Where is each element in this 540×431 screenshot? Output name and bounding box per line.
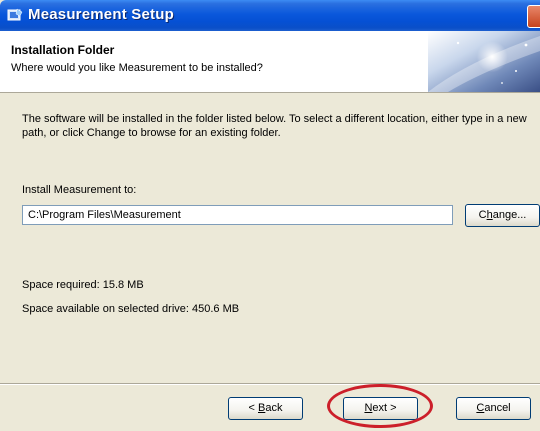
header-banner: Installation Folder Where would you like… bbox=[0, 31, 540, 93]
setup-icon bbox=[7, 8, 23, 22]
space-available-text: Space available on selected drive: 450.6… bbox=[22, 303, 240, 315]
change-button-label-end: ange... bbox=[492, 209, 527, 221]
footer-divider bbox=[0, 383, 540, 385]
page-subtitle: Where would you like Measurement to be i… bbox=[11, 62, 263, 74]
next-button[interactable]: Next > bbox=[343, 397, 418, 420]
change-button-label-start: C bbox=[478, 209, 487, 221]
close-button[interactable] bbox=[527, 5, 540, 28]
cancel-button-label-end: ancel bbox=[484, 402, 511, 414]
window-title: Measurement Setup bbox=[28, 6, 174, 23]
change-button[interactable]: Change... bbox=[465, 204, 540, 227]
back-button-label-end: ack bbox=[265, 402, 283, 414]
cancel-button[interactable]: Cancel bbox=[456, 397, 531, 420]
setup-window: Measurement Setup Installation Folder Wh… bbox=[0, 0, 540, 431]
space-required-text: Space required: 15.8 MB bbox=[22, 279, 144, 291]
back-button-label-start: < bbox=[248, 402, 258, 414]
back-button[interactable]: < Back bbox=[228, 397, 303, 420]
install-path-field[interactable] bbox=[22, 205, 453, 225]
install-location-label: Install Measurement to: bbox=[22, 184, 137, 196]
page-title: Installation Folder bbox=[11, 43, 115, 57]
header-banner-graphic bbox=[428, 31, 540, 92]
title-bar[interactable]: Measurement Setup bbox=[0, 0, 540, 31]
next-button-label-end: ext > bbox=[372, 402, 397, 414]
intro-text: The software will be installed in the fo… bbox=[22, 113, 527, 139]
